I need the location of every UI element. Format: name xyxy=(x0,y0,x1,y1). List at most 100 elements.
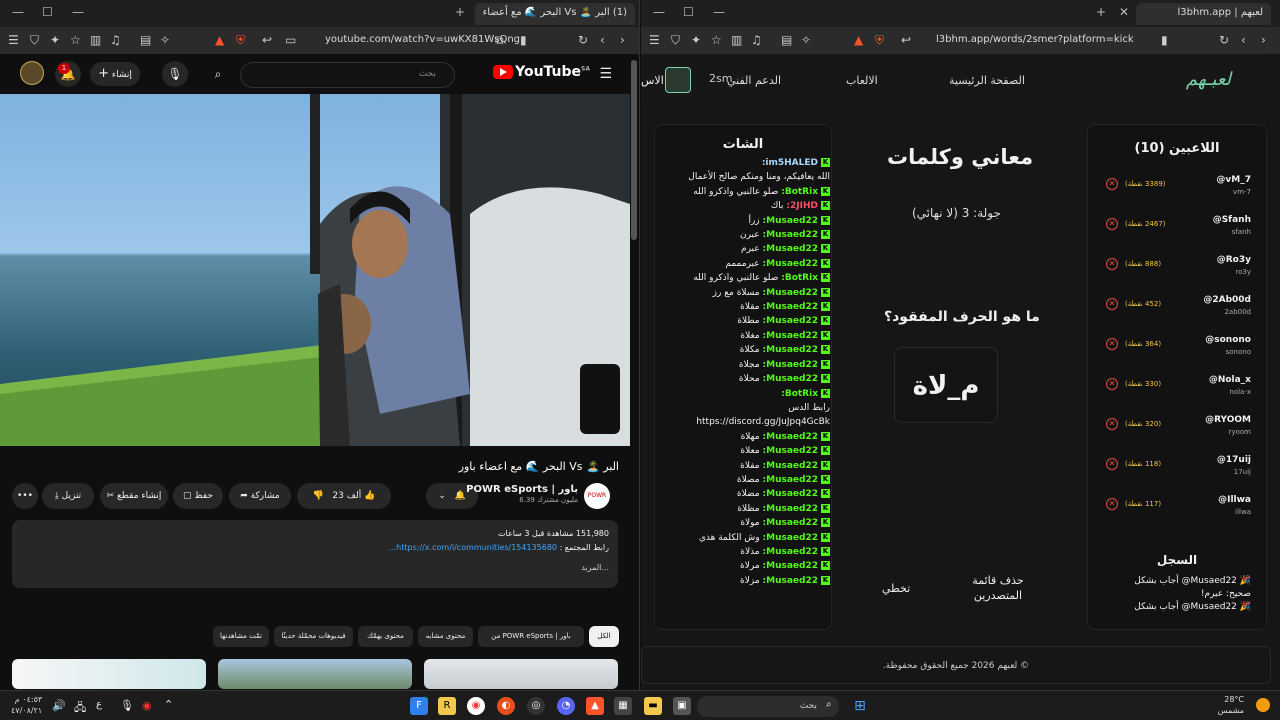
windows-start-icon[interactable]: ⊞ xyxy=(851,697,869,715)
skip-button[interactable]: تخطي xyxy=(876,581,916,596)
chat-username[interactable]: Musaed22: xyxy=(763,475,818,485)
shields-icon[interactable]: ⛨ xyxy=(875,33,884,48)
download-button[interactable]: ⤓ تنزيل xyxy=(42,483,94,509)
site-logo[interactable]: لعبـهم xyxy=(1186,69,1231,90)
reload-icon[interactable]: ↻ xyxy=(1219,33,1229,47)
language-indicator[interactable]: ع xyxy=(96,699,102,710)
shields-icon[interactable]: ⛨ xyxy=(236,33,245,48)
chat-username[interactable]: BotRix: xyxy=(781,187,818,197)
share-page-icon[interactable]: ↩ xyxy=(262,33,272,47)
shield-icon[interactable]: ⛉ xyxy=(30,33,39,48)
close-tab-icon[interactable]: ✕ xyxy=(1119,5,1129,19)
clock[interactable]: ٠٤:٥٣ م ٤٧/٠٨/٢١ xyxy=(11,694,42,716)
bookmark-page-icon[interactable]: ▮ xyxy=(520,33,527,47)
firefox-icon[interactable]: ◐ xyxy=(497,697,515,715)
search-input[interactable]: بحث xyxy=(240,62,455,88)
like-dislike-button[interactable]: 👎 23 ألف 👍 xyxy=(297,483,391,509)
nav-item-support[interactable]: الدعم الفني xyxy=(727,74,781,87)
chip-similar[interactable]: محتوى مشابه xyxy=(418,626,473,647)
more-button[interactable]: ...المزيد xyxy=(21,561,609,575)
chat-username[interactable]: 2JIHD: xyxy=(786,201,818,211)
chat-username[interactable]: Musaed22: xyxy=(763,316,818,326)
share-button[interactable]: ➦ مشاركة xyxy=(229,483,291,509)
folder-icon[interactable]: ▬ xyxy=(644,697,662,715)
video-thumbnail[interactable] xyxy=(424,659,618,689)
user-avatar[interactable] xyxy=(665,67,691,93)
mic-tray-icon[interactable]: 🎙 xyxy=(120,699,134,712)
files-app-icon[interactable]: F xyxy=(410,697,428,715)
bookmark-page-icon[interactable]: ▮ xyxy=(1161,33,1168,47)
chrome-icon[interactable]: ◉ xyxy=(467,697,485,715)
back-icon[interactable]: ‹ xyxy=(1241,33,1246,47)
channel-name[interactable]: POWR eSports | باور xyxy=(466,484,578,495)
community-link[interactable]: https://x.com/i/communities/154135680... xyxy=(389,543,558,552)
chip-recent[interactable]: فيديوهات محمّلة حديثًا xyxy=(274,626,353,647)
url-text[interactable]: l3bhm.app/words/2smer?platform=kick xyxy=(936,34,1134,45)
maximize-icon[interactable]: ☐ xyxy=(42,5,53,19)
page-scrollbar[interactable] xyxy=(631,60,637,240)
store-icon[interactable]: ▦ xyxy=(614,697,632,715)
task-view-icon[interactable]: ▣ xyxy=(673,697,691,715)
chat-username[interactable]: Musaed22: xyxy=(763,518,818,528)
chat-username[interactable]: Musaed22: xyxy=(763,504,818,514)
back-icon[interactable]: ‹ xyxy=(600,33,605,47)
puzzle-icon[interactable]: ✧ xyxy=(801,33,811,47)
share-page-icon[interactable]: ↩ xyxy=(901,33,911,47)
chat-username[interactable]: Musaed22: xyxy=(763,461,818,471)
menu-icon[interactable]: ☰ xyxy=(8,33,19,47)
chat-username[interactable]: Musaed22: xyxy=(763,216,818,226)
search-icon[interactable]: ⌕ xyxy=(205,61,231,87)
music-icon[interactable]: ♫ xyxy=(751,33,762,47)
chat-username[interactable]: Musaed22: xyxy=(763,360,818,370)
delete-leaderboard-button[interactable]: حذف قائمة المتصدرين xyxy=(963,573,1033,603)
clip-button[interactable]: ✂ إنشاء مقطع xyxy=(100,483,168,509)
remove-player-icon[interactable]: ✕ xyxy=(1106,498,1118,510)
create-button[interactable]: + إنشاء xyxy=(90,62,140,86)
chat-username[interactable]: Musaed22: xyxy=(763,345,818,355)
close-window-icon[interactable]: — xyxy=(72,5,84,19)
chip-for-you[interactable]: محتوى يهمّك xyxy=(358,626,413,647)
menu-icon[interactable]: ☰ xyxy=(649,33,660,47)
pdf-app-icon[interactable]: R xyxy=(438,697,456,715)
remove-player-icon[interactable]: ✕ xyxy=(1106,218,1118,230)
brave-icon[interactable]: ▲ xyxy=(215,33,224,47)
description-box[interactable]: 151,980 مشاهدة قبل 3 ساعات رابط المجتمع … xyxy=(12,520,618,588)
sidebar-icon[interactable]: ▥ xyxy=(90,33,101,47)
nav-item-home[interactable]: الصفحة الرئيسية xyxy=(949,74,1025,87)
minimize-icon[interactable]: — xyxy=(12,5,24,19)
remove-player-icon[interactable]: ✕ xyxy=(1106,458,1118,470)
obs-icon[interactable]: ◎ xyxy=(527,697,545,715)
taskbar-search[interactable]: بحث xyxy=(697,696,839,717)
discord-icon[interactable]: ◔ xyxy=(557,697,575,715)
bookmark-icon[interactable]: ☆ xyxy=(70,33,81,47)
dislike-icon[interactable]: 👎 xyxy=(313,491,324,501)
like-icon[interactable]: 👍 xyxy=(364,491,375,501)
chat-username[interactable]: Musaed22: xyxy=(763,489,818,499)
url-text[interactable]: youtube.com/watch?v=uwKX81WsQng xyxy=(325,34,520,45)
weather-widget[interactable]: 28°C مشمس xyxy=(1218,694,1244,716)
tab-youtube[interactable]: (1) البر 🏝️ Vs البحر 🌊 مع أعضاء xyxy=(475,3,635,25)
chat-username[interactable]: Musaed22: xyxy=(763,446,818,456)
close-window-icon[interactable]: — xyxy=(713,5,725,19)
youtube-logo[interactable]: YouTubeSA xyxy=(493,64,590,80)
hamburger-icon[interactable]: ☰ xyxy=(599,66,612,82)
minimize-icon[interactable]: — xyxy=(653,5,665,19)
more-actions-button[interactable]: ••• xyxy=(12,483,38,509)
chat-username[interactable]: Musaed22: xyxy=(763,331,818,341)
remove-player-icon[interactable]: ✕ xyxy=(1106,258,1118,270)
chat-username[interactable]: Musaed22: xyxy=(763,288,818,298)
save-button[interactable]: ▢ حفظ xyxy=(173,483,223,509)
chat-username[interactable]: Musaed22: xyxy=(763,561,818,571)
sidebar-icon[interactable]: ▥ xyxy=(731,33,742,47)
chip-from-channel[interactable]: من POWR eSports | باور xyxy=(478,626,584,647)
maximize-icon[interactable]: ☐ xyxy=(683,5,694,19)
channel-avatar[interactable]: POWR xyxy=(584,483,610,509)
chip-watched[interactable]: تمّت مشاهدتها xyxy=(213,626,269,647)
reload-icon[interactable]: ↻ xyxy=(578,33,588,47)
extension-icon[interactable]: ✦ xyxy=(50,33,60,47)
chat-username[interactable]: Musaed22: xyxy=(763,244,818,254)
screen-icon[interactable]: ▭ xyxy=(285,33,296,47)
forward-icon[interactable]: › xyxy=(1261,33,1266,47)
video-player[interactable] xyxy=(0,94,630,446)
chip-all[interactable]: الكل xyxy=(589,626,619,647)
